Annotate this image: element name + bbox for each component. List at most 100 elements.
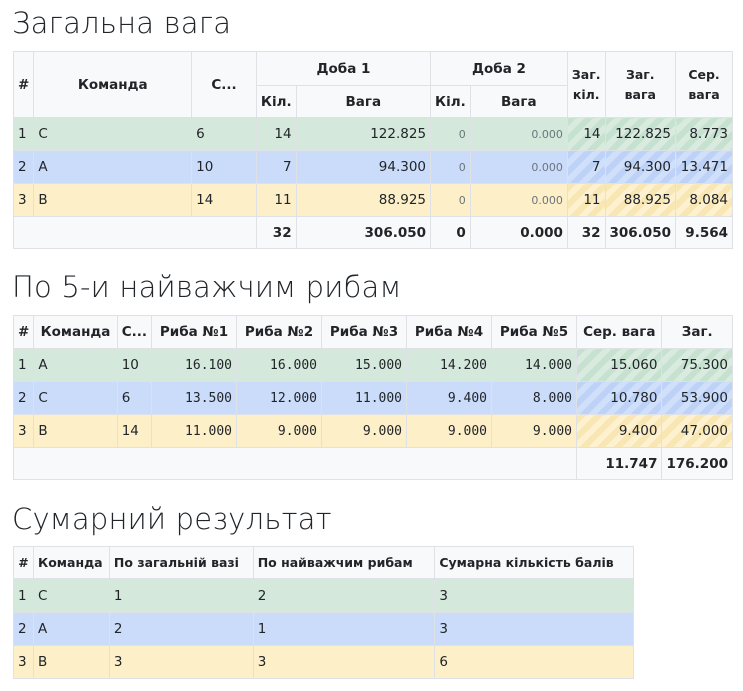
row-day1-count: 11	[255, 183, 297, 217]
row-day1-count: 7	[255, 150, 297, 184]
row-total-count: 7	[566, 150, 606, 184]
totals-day1-count: 32	[255, 216, 297, 249]
totals-day1-weight: 306.050	[295, 216, 432, 249]
totals-avg-weight: 9.564	[675, 216, 733, 249]
totals-total-weight: 306.050	[604, 216, 676, 249]
table-row: 1 C 1 2 3	[13, 578, 634, 613]
row-team: C	[33, 117, 193, 151]
row-fish4: 9.400	[406, 381, 493, 415]
table-row: 1 A 10 16.100 16.000 15.000 14.200 14.00…	[12, 348, 733, 382]
row-sector: 10	[191, 150, 257, 184]
row-fish1: 16.100	[151, 348, 238, 382]
row-by-weight: 2	[108, 612, 254, 646]
row-day1-weight: 94.300	[295, 150, 432, 184]
row-day2-weight: 0.000	[469, 117, 568, 151]
col-header-fish4[interactable]: Риба №4	[406, 315, 493, 349]
row-total-weight: 122.825	[604, 117, 676, 151]
col-header-total-weight[interactable]: Заг. вага	[604, 51, 676, 118]
col-header-team[interactable]: Команда	[33, 315, 118, 349]
row-team: A	[33, 150, 193, 184]
row-avg: 15.060	[576, 348, 663, 382]
row-total-count: 14	[566, 117, 606, 151]
totals-day2-weight: 0.000	[469, 216, 568, 249]
section-title-summary: Сумарний результат	[12, 502, 332, 536]
row-team: B	[33, 183, 193, 217]
row-by-fish: 2	[252, 578, 436, 613]
row-avg: 9.400	[576, 414, 663, 448]
row-num: 2	[12, 150, 35, 184]
row-team: B	[32, 645, 110, 679]
row-total: 53.900	[661, 381, 733, 415]
col-header-fish3[interactable]: Риба №3	[321, 315, 408, 349]
section-title-heaviest-fish: По 5-и найважчим рибам	[12, 270, 402, 304]
col-header-by-fish[interactable]: По найважчим рибам	[252, 546, 436, 579]
row-by-weight: 3	[108, 645, 254, 679]
col-header-num: #	[12, 51, 35, 118]
row-points: 3	[434, 578, 634, 613]
totals-day2-count: 0	[430, 216, 471, 249]
row-avg-weight: 8.084	[675, 183, 733, 217]
table-row: 3 B 3 3 6	[13, 645, 634, 679]
col-header-team[interactable]: Команда	[33, 51, 193, 118]
col-header-day1-count[interactable]: Кіл.	[255, 85, 297, 118]
col-header-fish5[interactable]: Риба №5	[491, 315, 578, 349]
col-header-team[interactable]: Команда	[32, 546, 110, 579]
row-by-fish: 3	[252, 645, 436, 679]
row-num: 3	[12, 183, 35, 217]
col-header-sector[interactable]: С...	[191, 51, 257, 118]
row-day2-count: 0	[430, 183, 471, 217]
row-day1-weight: 122.825	[295, 117, 432, 151]
row-fish1: 11.000	[151, 414, 238, 448]
summary-table: # Команда По загальній вазі По найважчим…	[13, 546, 634, 679]
row-num: 3	[12, 414, 35, 448]
row-fish2: 12.000	[236, 381, 323, 415]
row-num: 1	[12, 348, 35, 382]
row-sector: 10	[116, 348, 153, 382]
col-header-day1-weight[interactable]: Вага	[295, 85, 432, 118]
row-avg: 10.780	[576, 381, 663, 415]
table-row: 2 C 6 13.500 12.000 11.000 9.400 8.000 1…	[12, 381, 733, 415]
row-fish5: 14.000	[491, 348, 578, 382]
row-fish2: 16.000	[236, 348, 323, 382]
row-sector: 6	[191, 117, 257, 151]
col-header-day2-count[interactable]: Кіл.	[430, 85, 471, 118]
row-num: 3	[13, 645, 34, 679]
row-day2-count: 0	[430, 150, 471, 184]
col-header-fish2[interactable]: Риба №2	[236, 315, 323, 349]
col-header-avg-weight[interactable]: Сер. вага	[675, 51, 733, 118]
row-team: C	[32, 578, 110, 613]
col-header-day1: Доба 1	[255, 51, 432, 86]
col-header-avg[interactable]: Сер. вага	[576, 315, 663, 349]
col-header-sector[interactable]: С...	[116, 315, 153, 349]
col-header-by-weight[interactable]: По загальній вазі	[108, 546, 254, 579]
col-header-points[interactable]: Сумарна кількість балів	[434, 546, 634, 579]
row-team: A	[33, 348, 118, 382]
row-num: 1	[12, 117, 35, 151]
row-day1-weight: 88.925	[295, 183, 432, 217]
col-header-num: #	[12, 315, 35, 349]
table-row: 2 A 2 1 3	[13, 612, 634, 646]
section-title-total-weight: Загальна вага	[12, 6, 232, 40]
row-num: 2	[12, 381, 35, 415]
row-team: C	[33, 381, 118, 415]
total-weight-table: # Команда С... Доба 1 Доба 2 Заг. кіл. З…	[12, 51, 733, 249]
row-total: 75.300	[661, 348, 733, 382]
totals-avg: 11.747	[576, 447, 663, 480]
col-header-fish1[interactable]: Риба №1	[151, 315, 238, 349]
row-day2-weight: 0.000	[469, 183, 568, 217]
row-fish3: 9.000	[321, 414, 408, 448]
row-by-weight: 1	[108, 578, 254, 613]
row-fish1: 13.500	[151, 381, 238, 415]
row-fish3: 11.000	[321, 381, 408, 415]
row-fish5: 9.000	[491, 414, 578, 448]
row-points: 6	[434, 645, 634, 679]
row-team: B	[33, 414, 118, 448]
totals-row: 32 306.050 0 0.000 32 306.050 9.564	[13, 216, 733, 249]
totals-row: 11.747 176.200	[12, 447, 733, 480]
row-fish4: 9.000	[406, 414, 493, 448]
col-header-total[interactable]: Заг.	[661, 315, 733, 349]
row-fish5: 8.000	[491, 381, 578, 415]
col-header-day2-weight[interactable]: Вага	[469, 85, 568, 118]
col-header-total-count[interactable]: Заг. кіл.	[566, 51, 606, 118]
row-fish4: 14.200	[406, 348, 493, 382]
